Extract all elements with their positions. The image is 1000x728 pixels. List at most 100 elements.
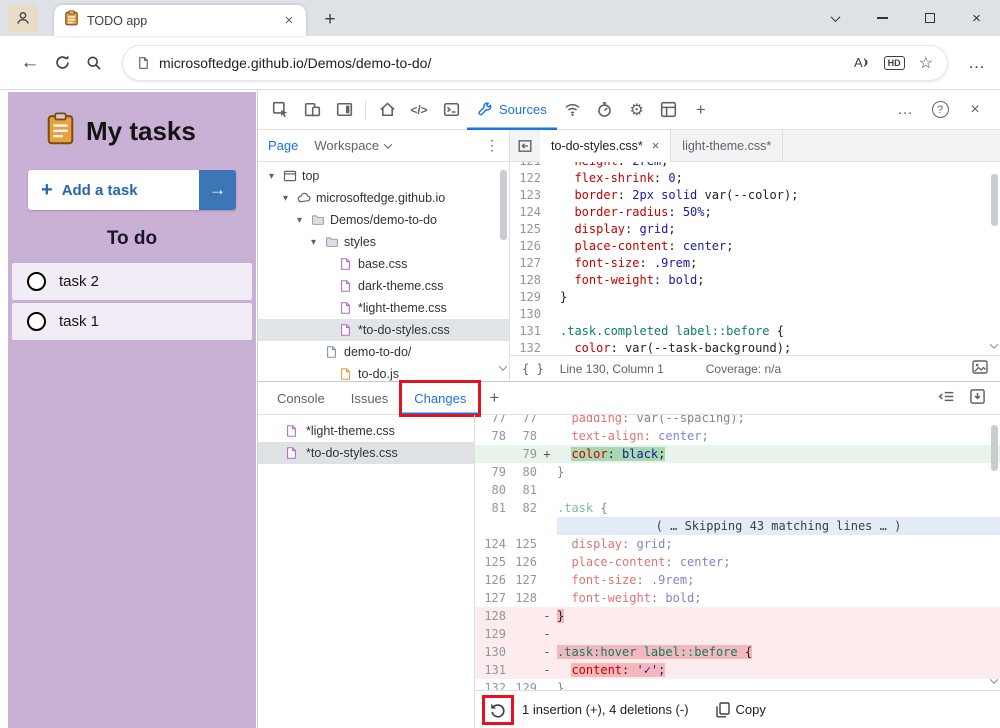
tab-console[interactable] [435, 94, 467, 126]
changed-file-item[interactable]: *to-do-styles.css [258, 442, 474, 464]
code-text: border: 2px solid var(--color); [550, 187, 798, 204]
minimize-button[interactable] [859, 0, 906, 36]
diff-marker [537, 589, 557, 607]
expander-icon[interactable]: ▾ [280, 193, 291, 204]
read-aloud-button[interactable]: A [854, 55, 870, 70]
tab-elements[interactable]: </> [403, 94, 435, 126]
new-tab-button[interactable]: + [316, 6, 344, 34]
add-task-label: Add a task [62, 182, 138, 199]
diff-code: display: grid; [557, 535, 1000, 553]
tree-item[interactable]: *light-theme.css [258, 297, 509, 319]
editor-tab-to-do-styles[interactable]: to-do-styles.css* × [540, 130, 671, 162]
tree-item[interactable]: demo-to-do/ [258, 341, 509, 363]
pretty-print-icon[interactable]: { } [522, 362, 544, 376]
tab-application[interactable] [653, 94, 685, 126]
profile-avatar[interactable] [8, 4, 38, 32]
inspect-button[interactable] [264, 94, 296, 126]
search-button[interactable] [78, 47, 110, 79]
editor-scrollbar[interactable] [991, 174, 998, 226]
navigator-tab-page[interactable]: Page [268, 138, 298, 153]
tree-item[interactable]: dark-theme.css [258, 275, 509, 297]
task-checkbox-icon[interactable] [27, 312, 46, 331]
code-line: 124 border-radius: 50%; [510, 204, 1000, 221]
dock-side-button[interactable] [328, 94, 360, 126]
changed-files-list[interactable]: *light-theme.css*to-do-styles.css [258, 415, 475, 728]
drawer-tab-issues[interactable]: Issues [338, 382, 402, 415]
devtools-close-button[interactable]: × [960, 95, 990, 125]
line-number: 124 [510, 204, 550, 221]
more-tabs-button[interactable]: + [685, 94, 717, 126]
diff-marker [537, 463, 557, 481]
coverage-status: Coverage: n/a [706, 362, 781, 376]
code-editor[interactable]: 121 height: 2rem;122 flex-shrink: 0;123 … [510, 162, 1000, 355]
task-checkbox-icon[interactable] [27, 272, 46, 291]
diff-view[interactable]: 7777 padding: var(--spacing);7878 text-a… [475, 415, 1000, 690]
diff-scrollbar[interactable] [991, 425, 998, 471]
browser-tab[interactable]: TODO app × [54, 5, 306, 36]
tab-close-icon[interactable]: × [280, 12, 298, 30]
line-number: 130 [510, 306, 550, 323]
diff-code: color: black; [557, 445, 1000, 463]
copy-button[interactable]: Copy [716, 702, 766, 718]
refresh-button[interactable] [46, 47, 78, 79]
task-label: task 1 [59, 313, 99, 330]
search-icon [86, 55, 102, 71]
expander-icon[interactable]: ▾ [308, 237, 319, 248]
devtools-help-button[interactable]: ? [924, 94, 956, 126]
tree-item[interactable]: to-do.js [258, 363, 509, 381]
navigator-more-icon[interactable]: ⋮ [485, 137, 499, 154]
tree-item[interactable]: *to-do-styles.css [258, 319, 509, 341]
diff-view-toggle-icon[interactable] [938, 388, 955, 408]
navigator-tab-workspace[interactable]: Workspace [314, 138, 391, 153]
diff-summary: 1 insertion (+), 4 deletions (-) [522, 702, 689, 717]
tree-item[interactable]: ▾Demos/demo-to-do [258, 209, 509, 231]
changed-file-item[interactable]: *light-theme.css [258, 420, 474, 442]
drawer-add-tab-button[interactable]: + [479, 388, 509, 408]
refresh-icon [54, 54, 71, 71]
drawer-tab-console[interactable]: Console [264, 382, 338, 415]
tree-item[interactable]: ▾top [258, 165, 509, 187]
old-line-number: 77 [475, 415, 506, 427]
tree-item[interactable]: base.css [258, 253, 509, 275]
favorites-star-icon[interactable]: ☆ [919, 53, 933, 73]
drawer-tab-changes[interactable]: Changes [401, 382, 479, 415]
tree-item[interactable]: ▾microsoftedge.github.io [258, 187, 509, 209]
browser-settings-more-button[interactable]: … [960, 47, 994, 79]
file-tree[interactable]: ▾top▾microsoftedge.github.io▾Demos/demo-… [258, 162, 509, 381]
media-icon[interactable] [972, 360, 988, 377]
tab-network[interactable] [557, 94, 589, 126]
add-task-submit-button[interactable]: → [199, 170, 236, 210]
tab-performance[interactable] [589, 94, 621, 126]
task-row[interactable]: task 2 [12, 263, 252, 300]
back-button[interactable]: ← [14, 47, 46, 79]
navigator-scroll-down-icon[interactable] [500, 358, 506, 376]
expander-icon[interactable]: ▾ [266, 171, 277, 182]
navigator-scrollbar[interactable] [500, 170, 507, 240]
navigator-toggle-button[interactable] [510, 130, 540, 162]
revert-button[interactable] [485, 698, 511, 722]
expander-icon[interactable]: ▾ [294, 215, 305, 226]
task-row[interactable]: task 1 [12, 303, 252, 340]
close-icon[interactable]: × [652, 138, 660, 153]
tree-item[interactable]: ▾styles [258, 231, 509, 253]
device-toolbar-button[interactable] [296, 94, 328, 126]
dock-side-icon [336, 101, 353, 118]
address-bar[interactable]: microsoftedge.github.io/Demos/demo-to-do… [122, 45, 948, 81]
close-button[interactable]: × [953, 0, 1000, 36]
settings-gear-button[interactable]: ⚙ [621, 94, 653, 126]
diff-scroll-down-icon[interactable] [991, 673, 997, 687]
tab-actions-chevron-icon[interactable] [812, 0, 859, 36]
devtools-more-button[interactable]: … [890, 95, 920, 125]
editor-tab-light-theme[interactable]: light-theme.css* [671, 130, 783, 162]
maximize-button[interactable] [906, 0, 953, 36]
add-task-button[interactable]: + Add a task [28, 170, 199, 210]
editor-tabstrip: to-do-styles.css* × light-theme.css* [510, 130, 1000, 162]
code-text: font-weight: bold; [550, 272, 705, 289]
sources-navigator: Page Workspace ⋮ ▾top▾microsoftedge.gith… [258, 130, 510, 381]
editor-scroll-down-icon[interactable] [991, 338, 997, 352]
tab-sources[interactable]: Sources [467, 90, 557, 130]
dock-drawer-icon[interactable] [969, 388, 986, 408]
hd-badge[interactable]: HD [884, 56, 905, 70]
tab-welcome[interactable] [371, 94, 403, 126]
diff-row: 7777 padding: var(--spacing); [475, 415, 1000, 427]
